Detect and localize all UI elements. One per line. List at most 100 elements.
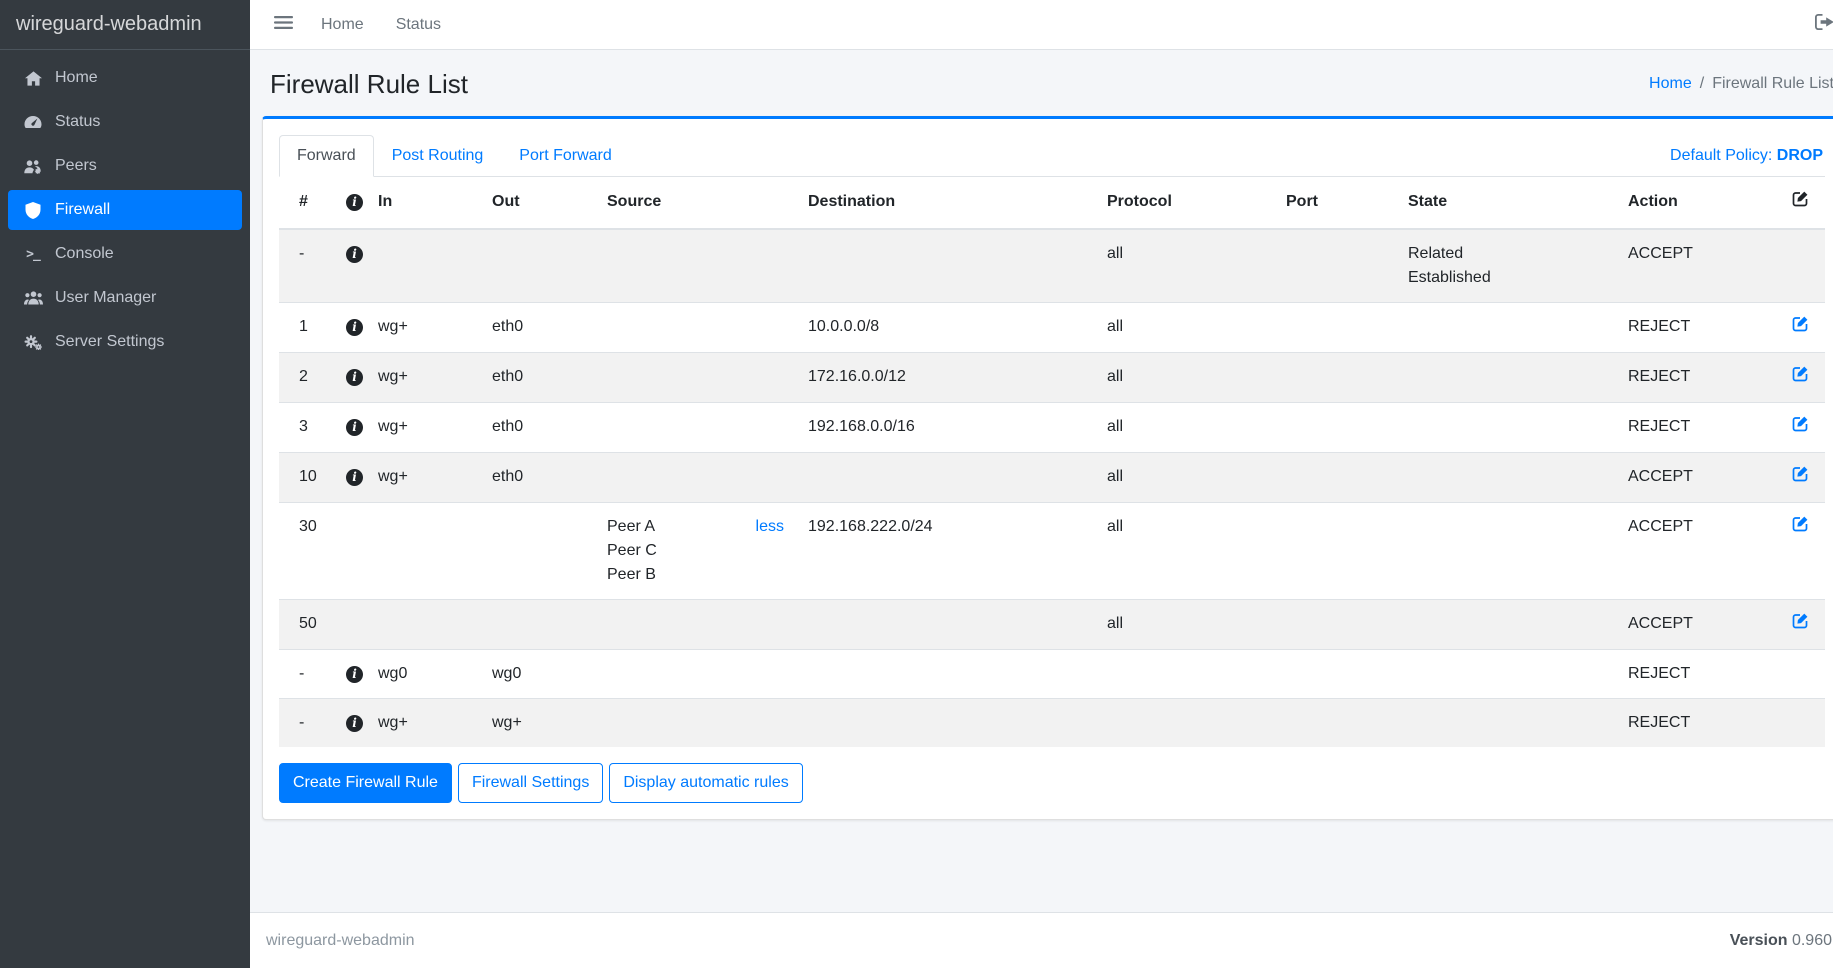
cell-port [1274,699,1396,748]
firewall-settings-button[interactable]: Firewall Settings [458,763,603,803]
home-icon [18,71,48,86]
cell-action: ACCEPT [1616,453,1778,503]
cell-info: i [334,229,366,303]
table-row: -iwg0wg0REJECT [279,650,1825,699]
table-body: -iallRelatedEstablishedACCEPT1iwg+eth010… [279,229,1825,747]
cell-destination [796,699,1095,748]
table-row: 30Peer APeer CPeer Bless192.168.222.0/24… [279,503,1825,600]
edit-rule-button[interactable] [1792,315,1809,340]
sidebar-item-label: Home [55,69,98,87]
cell-num: 3 [279,403,334,453]
table-row: 2iwg+eth0172.16.0.0/12allREJECT [279,353,1825,403]
cell-info: i [334,453,366,503]
firewall-rule-table: #iInOutSourceDestinationProtocolPortStat… [279,177,1825,747]
default-policy-link[interactable]: Default Policy: DROP [1670,147,1823,165]
footer-app-name: wireguard-webadmin [266,932,415,950]
cell-in [366,503,480,600]
edit-rule-button[interactable] [1792,515,1809,540]
info-icon: i [346,369,363,386]
navbar-link-home[interactable]: Home [305,8,380,42]
cell-in: wg0 [366,650,480,699]
logout-button[interactable] [1807,6,1833,43]
sidebar-item-firewall[interactable]: Firewall [8,190,242,230]
breadcrumb-home-link[interactable]: Home [1649,75,1692,92]
footer-version-value: 0.960 [1792,932,1832,949]
cell-state [1396,650,1616,699]
cell-info [334,600,366,650]
sidebar-item-label: Peers [55,157,97,175]
info-icon: i [346,194,363,211]
sidebar-item-server-settings[interactable]: Server Settings [8,322,242,362]
cell-protocol: all [1095,403,1274,453]
firewall-card: ForwardPost RoutingPort Forward Default P… [262,116,1833,820]
cell-protocol: all [1095,353,1274,403]
sidebar-item-status[interactable]: Status [8,102,242,142]
breadcrumb: Home/Firewall Rule List [1649,75,1833,93]
action-value: REJECT [1628,714,1690,731]
top-navbar: Home Status [250,0,1833,50]
sidebar-item-user-manager[interactable]: User Manager [8,278,242,318]
column-header-state: State [1396,177,1616,229]
brand[interactable]: wireguard-webadmin [0,0,250,50]
cell-in: wg+ [366,403,480,453]
sidebar-toggle-button[interactable] [262,7,305,43]
less-link[interactable]: less [756,515,784,539]
cell-source [595,229,796,303]
tab-bar: ForwardPost RoutingPort Forward Default P… [279,135,1825,177]
cell-source: Peer APeer CPeer Bless [595,503,796,600]
tab-forward[interactable]: Forward [279,135,374,177]
info-icon: i [346,666,363,683]
cell-source [595,699,796,748]
cell-destination [796,600,1095,650]
edit-rule-button[interactable] [1792,465,1809,490]
cell-edit [1778,403,1825,453]
cell-protocol: all [1095,229,1274,303]
cell-destination [796,229,1095,303]
edit-rule-button[interactable] [1792,612,1809,637]
info-icon: i [346,469,363,486]
column-header-port: Port [1274,177,1396,229]
sidebar-item-home[interactable]: Home [8,58,242,98]
cell-state [1396,353,1616,403]
edit-rule-button[interactable] [1792,415,1809,440]
cell-edit [1778,353,1825,403]
cell-port [1274,403,1396,453]
action-value: ACCEPT [1628,468,1693,485]
edit-rule-button[interactable] [1792,365,1809,390]
column-header-protocol: Protocol [1095,177,1274,229]
tab-post-routing[interactable]: Post Routing [374,135,502,177]
cell-source [595,403,796,453]
display-automatic-rules-button[interactable]: Display automatic rules [609,763,802,803]
cell-destination [796,453,1095,503]
cell-out: eth0 [480,303,595,353]
sidebar-item-console[interactable]: >_Console [8,234,242,274]
sign-out-icon [1815,14,1833,35]
table-row: 50allACCEPT [279,600,1825,650]
table-row: 1iwg+eth010.0.0.0/8allREJECT [279,303,1825,353]
table-row: 10iwg+eth0allACCEPT [279,453,1825,503]
cell-out: eth0 [480,453,595,503]
cell-state [1396,600,1616,650]
sidebar-item-peers[interactable]: Peers [8,146,242,186]
cell-action: REJECT [1616,650,1778,699]
cell-protocol: all [1095,453,1274,503]
cell-destination: 172.16.0.0/12 [796,353,1095,403]
action-value: ACCEPT [1628,518,1693,535]
cell-edit [1778,503,1825,600]
column-header-info: i [334,177,366,229]
tab-port-forward[interactable]: Port Forward [501,135,629,177]
console-icon: >_ [18,247,48,262]
cell-port [1274,453,1396,503]
cell-num: - [279,699,334,748]
user-manager-icon [18,291,48,305]
cell-protocol: all [1095,503,1274,600]
cell-port [1274,503,1396,600]
content-header: Firewall Rule List Home/Firewall Rule Li… [262,50,1833,116]
cell-in [366,600,480,650]
column-header-num: # [279,177,334,229]
cell-out [480,600,595,650]
create-firewall-rule-button[interactable]: Create Firewall Rule [279,763,452,803]
footer: wireguard-webadmin Version 0.960 [250,912,1833,968]
cell-out [480,229,595,303]
navbar-link-status[interactable]: Status [380,8,457,42]
